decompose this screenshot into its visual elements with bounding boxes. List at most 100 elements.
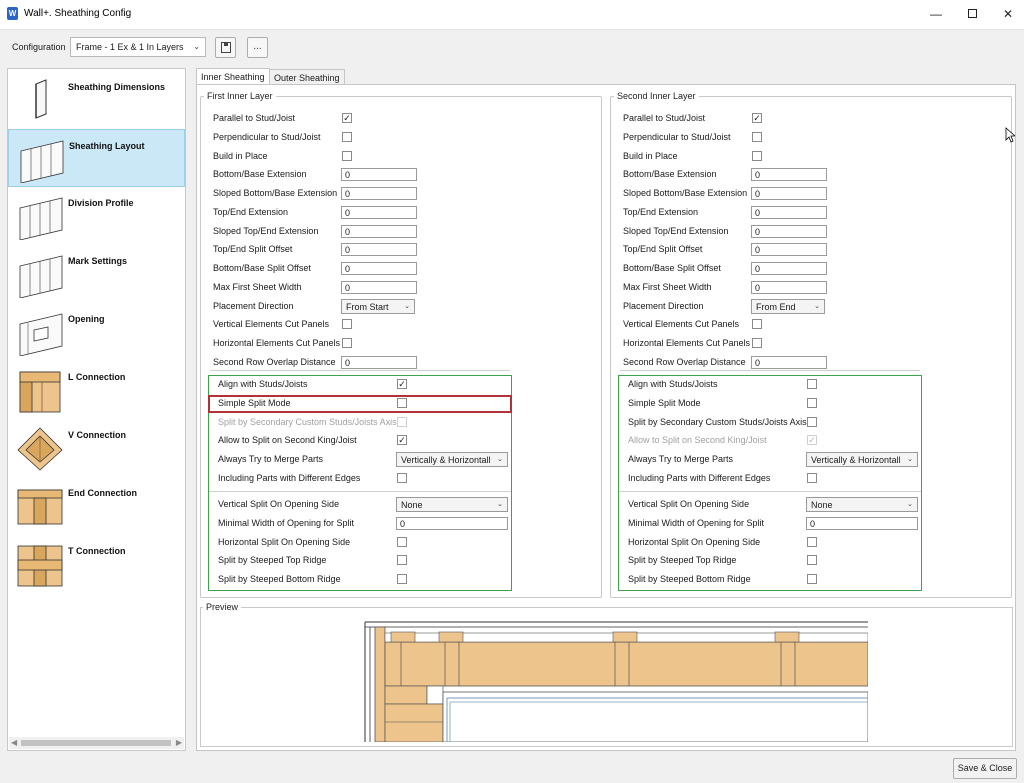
bottom-base-split-offset-input[interactable]: 0: [751, 262, 827, 275]
sidebar-item-label: End Connection: [68, 488, 137, 498]
separator: [619, 491, 921, 492]
preview-title: Preview: [203, 602, 242, 612]
sidebar-item-mark-settings[interactable]: Mark Settings: [8, 245, 185, 303]
sloped-bottom-base-extension-input[interactable]: 0: [341, 187, 417, 200]
vertical-elements-cut-panels-label: Vertical Elements Cut Panels: [623, 319, 740, 330]
sloped-top-end-extension-input[interactable]: 0: [751, 224, 827, 238]
sloped-top-end-extension-label: Sloped Top/End Extension: [213, 225, 319, 236]
sidebar-horizontal-scrollbar[interactable]: ◀ ▶: [9, 737, 184, 749]
v-connection-icon: [17, 427, 63, 471]
bottom-base-extension-label: Bottom/Base Extension: [623, 169, 717, 180]
placement-direction-value: From End: [756, 301, 796, 312]
perpendicular-to-stud-joist-label: Perpendicular to Stud/Joist: [623, 131, 731, 142]
simple-split-mode-checkbox[interactable]: [807, 397, 817, 408]
vertical-split-on-opening-side-dropdown[interactable]: None ⌄: [396, 497, 508, 512]
top-end-split-offset-input[interactable]: 0: [341, 243, 417, 257]
bottom-base-split-offset-input[interactable]: 0: [341, 262, 417, 275]
split-by-steeped-bottom-ridge-checkbox[interactable]: [807, 574, 817, 585]
split-by-steeped-top-ridge-checkbox[interactable]: [807, 555, 817, 566]
parallel-to-stud-joist-checkbox[interactable]: ✓: [752, 113, 762, 123]
maximize-button[interactable]: [954, 0, 990, 28]
vertical-split-on-opening-side-dropdown[interactable]: None ⌄: [806, 497, 918, 512]
floppy-disk-icon: [220, 42, 231, 53]
including-parts-with-different-edges-label: Including Parts with Different Edges: [218, 473, 361, 483]
horizontal-split-on-opening-side-checkbox[interactable]: [397, 536, 407, 547]
sidebar-item-end-connection[interactable]: End Connection: [8, 477, 185, 535]
always-try-to-merge-parts-dropdown[interactable]: Vertically & Horizontall ⌄: [806, 452, 918, 468]
sheet-icon: [35, 79, 47, 119]
always-try-to-merge-parts-value: Vertically & Horizontall: [811, 455, 901, 466]
top-end-extension-input[interactable]: 0: [341, 205, 417, 219]
sidebar-item-sheathing-dimensions[interactable]: Sheathing Dimensions: [8, 71, 185, 129]
vertical-elements-cut-panels-checkbox[interactable]: [342, 319, 352, 330]
split-by-secondary-custom-studs-joists-axis-checkbox[interactable]: [807, 416, 817, 427]
vertical-split-on-opening-side-label: Vertical Split On Opening Side: [218, 499, 340, 509]
horizontal-elements-cut-panels-checkbox[interactable]: [752, 338, 762, 348]
configuration-value: Frame - 1 Ex & 1 In Layers: [76, 42, 184, 52]
sloped-bottom-base-extension-input[interactable]: 0: [751, 187, 827, 200]
always-try-to-merge-parts-label: Always Try to Merge Parts: [628, 454, 734, 465]
including-parts-with-different-edges-checkbox[interactable]: [807, 473, 817, 483]
sidebar-item-division-profile[interactable]: Division Profile: [8, 187, 185, 245]
parallel-to-stud-joist-checkbox[interactable]: ✓: [342, 113, 352, 123]
split-by-steeped-bottom-ridge-checkbox[interactable]: [397, 574, 407, 585]
save-config-button[interactable]: [215, 37, 236, 58]
tab-outer-sheathing[interactable]: Outer Sheathing: [269, 69, 345, 85]
always-try-to-merge-parts-dropdown[interactable]: Vertically & Horizontall ⌄: [396, 452, 508, 468]
top-end-extension-input[interactable]: 0: [751, 205, 827, 219]
sidebar-item-t-connection[interactable]: T Connection: [8, 535, 185, 593]
split-by-steeped-top-ridge-label: Split by Steeped Top Ridge: [218, 555, 327, 566]
perpendicular-to-stud-joist-checkbox[interactable]: [342, 131, 352, 142]
vertical-split-on-opening-side-value: None: [401, 500, 423, 510]
align-with-studs-joists-checkbox[interactable]: [807, 379, 817, 389]
bottom-base-extension-input[interactable]: 0: [341, 168, 417, 182]
build-in-place-label: Build in Place: [213, 150, 268, 161]
configuration-select[interactable]: Frame - 1 Ex & 1 In Layers ⌄: [70, 37, 206, 57]
sidebar-item-opening[interactable]: Opening: [8, 303, 185, 361]
configuration-label: Configuration: [12, 42, 66, 52]
bottom-base-split-offset-label: Bottom/Base Split Offset: [623, 263, 721, 273]
sidebar-item-l-connection[interactable]: L Connection: [8, 361, 185, 419]
minimal-width-of-opening-for-split-input[interactable]: 0: [396, 516, 508, 530]
end-connection-icon: [17, 489, 63, 525]
placement-direction-dropdown[interactable]: From End ⌄: [751, 298, 825, 314]
align-with-studs-joists-checkbox[interactable]: ✓: [397, 379, 407, 389]
save-close-button[interactable]: Save & Close: [953, 758, 1017, 779]
maximize-icon: [967, 9, 977, 19]
build-in-place-checkbox[interactable]: [342, 150, 352, 161]
chevron-down-icon: ⌄: [193, 42, 200, 51]
build-in-place-checkbox[interactable]: [752, 150, 762, 161]
sloped-top-end-extension-input[interactable]: 0: [341, 224, 417, 238]
second-row-overlap-distance-input[interactable]: 0: [751, 355, 827, 369]
split-by-steeped-top-ridge-checkbox[interactable]: [397, 555, 407, 566]
max-first-sheet-width-input[interactable]: 0: [341, 280, 417, 294]
bottom-base-extension-input[interactable]: 0: [751, 168, 827, 182]
minimize-button[interactable]: —: [918, 0, 954, 28]
allow-to-split-on-second-king-joist-label: Allow to Split on Second King/Joist: [218, 435, 357, 446]
perpendicular-to-stud-joist-checkbox[interactable]: [752, 131, 762, 142]
tab-inner-sheathing[interactable]: Inner Sheathing: [196, 68, 270, 85]
close-button[interactable]: ✕: [990, 0, 1024, 28]
allow-to-split-on-second-king-joist-checkbox[interactable]: ✓: [397, 435, 407, 446]
separator: [209, 491, 511, 492]
horizontal-split-on-opening-side-label: Horizontal Split On Opening Side: [628, 536, 761, 547]
build-in-place-label: Build in Place: [623, 150, 678, 161]
scrollbar-thumb[interactable]: [21, 740, 171, 746]
placement-direction-dropdown[interactable]: From Start ⌄: [341, 298, 415, 314]
scroll-right-icon: ▶: [175, 738, 182, 747]
sidebar-item-v-connection[interactable]: V Connection: [8, 419, 185, 477]
always-try-to-merge-parts-value: Vertically & Horizontall: [401, 455, 491, 466]
horizontal-elements-cut-panels-checkbox[interactable]: [342, 338, 352, 348]
minimal-width-of-opening-for-split-label: Minimal Width of Opening for Split: [218, 517, 355, 528]
including-parts-with-different-edges-checkbox[interactable]: [397, 473, 407, 483]
max-first-sheet-width-input[interactable]: 0: [751, 280, 827, 294]
separator: [620, 370, 920, 371]
second-row-overlap-distance-input[interactable]: 0: [341, 355, 417, 369]
simple-split-mode-checkbox[interactable]: [397, 397, 407, 408]
horizontal-split-on-opening-side-checkbox[interactable]: [807, 536, 817, 547]
minimal-width-of-opening-for-split-input[interactable]: 0: [806, 516, 918, 530]
vertical-elements-cut-panels-checkbox[interactable]: [752, 319, 762, 330]
top-end-split-offset-input[interactable]: 0: [751, 243, 827, 257]
sidebar-item-sheathing-layout[interactable]: Sheathing Layout: [8, 129, 185, 187]
more-options-button[interactable]: ...: [247, 37, 268, 58]
